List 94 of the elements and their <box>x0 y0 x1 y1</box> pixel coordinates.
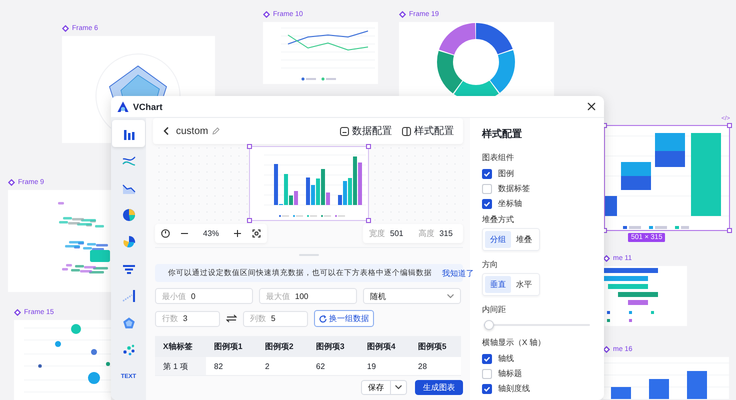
input-field[interactable]: 最小值 0 <box>155 288 253 304</box>
table-cell[interactable]: 62 <box>308 357 359 376</box>
checkbox[interactable] <box>482 198 492 208</box>
column-header: 图例项2 <box>257 336 308 357</box>
back-icon[interactable] <box>163 127 169 135</box>
resize-handle[interactable] <box>366 218 371 222</box>
height-value: 315 <box>439 228 453 238</box>
input-field[interactable]: 行数 3 <box>155 310 220 326</box>
resize-handle[interactable] <box>727 123 732 128</box>
chevron-down-icon <box>395 384 402 390</box>
checkbox-label: 图例 <box>498 168 514 179</box>
component-icon <box>263 11 270 18</box>
section-title: 图表组件 <box>482 152 515 163</box>
chart-name: custom <box>176 126 208 136</box>
logo-icon <box>117 100 129 112</box>
resize-handle[interactable] <box>247 218 252 222</box>
zoom-level: 43% <box>203 228 220 238</box>
timer-icon[interactable] <box>161 228 170 238</box>
close-icon[interactable] <box>587 102 596 111</box>
segment-option[interactable]: 垂直 <box>485 276 511 293</box>
checkbox-label: 轴刻度线 <box>498 383 530 394</box>
segment-option[interactable]: 分组 <box>485 231 511 248</box>
chart-bar <box>621 162 651 176</box>
column-header: 图例项4 <box>359 336 410 357</box>
component-icon <box>62 25 69 32</box>
table-cell[interactable]: 2 <box>257 357 308 376</box>
component-icon <box>14 309 21 316</box>
progress-chart-icon <box>122 288 136 302</box>
horizontal-bar-chart-frame[interactable] <box>603 266 687 326</box>
resize-handle[interactable] <box>366 144 371 148</box>
panel-title: 样式配置 <box>482 128 523 141</box>
fit-screen-icon[interactable] <box>252 228 262 238</box>
scatter-chart-icon <box>122 342 136 356</box>
dropdown-button[interactable] <box>391 380 407 394</box>
input-field[interactable]: 列数 5 <box>243 310 308 326</box>
refresh-icon <box>319 314 327 322</box>
chart-type-item[interactable] <box>112 120 145 147</box>
save-button[interactable]: 保存 <box>361 380 391 394</box>
rose-chart-icon <box>122 234 136 248</box>
column-header: X轴标签 <box>155 336 206 357</box>
segment-option[interactable]: 堆叠 <box>511 231 537 248</box>
column-header: 图例项1 <box>206 336 257 357</box>
word-cloud-drawing <box>58 202 110 274</box>
scatter-chart-frame[interactable] <box>14 320 111 400</box>
checkbox[interactable] <box>482 384 492 394</box>
select-field[interactable]: 随机 <box>363 288 461 304</box>
panel-icon <box>402 126 411 136</box>
table-cell[interactable]: 82 <box>206 357 257 376</box>
column-header: 图例项3 <box>308 336 359 357</box>
chart-bar <box>621 176 651 190</box>
chart-preview[interactable] <box>249 146 369 220</box>
checkbox-label: 轴标题 <box>498 368 522 379</box>
slider-thumb[interactable] <box>484 320 494 330</box>
table-cell[interactable]: 28 <box>410 357 461 376</box>
swap-icon[interactable] <box>226 314 237 323</box>
section-title: 内间距 <box>482 304 507 315</box>
section-title: 方向 <box>482 259 499 270</box>
checkbox[interactable] <box>482 354 492 364</box>
chart-bar <box>655 151 685 167</box>
window-title: VChart <box>133 102 163 112</box>
pie-chart-icon <box>122 208 136 222</box>
input-field[interactable]: 最大值 100 <box>259 288 357 304</box>
checkbox-label: 坐标轴 <box>498 198 522 209</box>
component-icon <box>8 179 15 186</box>
checkbox[interactable] <box>482 168 492 178</box>
table-cell[interactable]: 第 1 项 <box>155 357 206 376</box>
column-header: 图例项5 <box>410 336 461 357</box>
radar-chart-icon <box>122 316 136 330</box>
component-icon <box>399 11 406 18</box>
size-field[interactable]: 宽度 501 高度 315 <box>363 224 463 242</box>
width-label: 宽度 <box>369 228 385 238</box>
checkbox-label: 数据标签 <box>498 183 530 194</box>
config-tab[interactable]: 样式配置 <box>399 124 457 138</box>
chart-bar <box>655 133 685 151</box>
table-cell[interactable]: 19 <box>359 357 410 376</box>
checkbox-label: 轴线 <box>498 353 514 364</box>
chevron-down-icon <box>447 294 454 298</box>
waterfall-chart-frame[interactable] <box>604 125 730 231</box>
chart-bar <box>605 196 617 216</box>
section-title: 堆叠方式 <box>482 214 515 225</box>
refresh-button[interactable]: 换一组数据 <box>314 310 374 327</box>
dismiss-link[interactable]: 我知道了 <box>442 268 474 278</box>
segment-option[interactable]: 水平 <box>511 276 537 293</box>
database-icon <box>340 126 349 136</box>
section-title: 横轴显示（X 轴） <box>482 337 547 348</box>
resize-handle[interactable] <box>247 144 252 148</box>
generate-button[interactable]: 生成图表 <box>415 380 463 394</box>
config-tab[interactable]: 数据配置 <box>337 124 395 138</box>
zoom-in-icon[interactable] <box>233 228 242 238</box>
height-label: 高度 <box>418 228 434 238</box>
bar-chart-frame[interactable] <box>603 357 729 399</box>
pencil-icon[interactable] <box>212 127 220 135</box>
width-value: 501 <box>390 228 404 238</box>
resize-handle[interactable] <box>727 228 732 233</box>
